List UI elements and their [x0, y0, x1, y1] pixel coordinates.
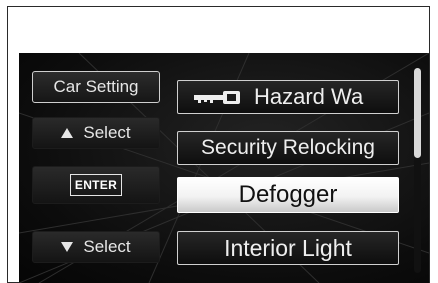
menu-item-label: Hazard Wa [254, 84, 364, 109]
scrollbar-thumb[interactable] [414, 68, 421, 158]
car-setting-label: Car Setting [53, 77, 139, 96]
select-up-button[interactable]: Select [32, 117, 160, 149]
menu-item-defogger[interactable]: Defogger [177, 177, 399, 213]
car-setting-screen: Car Setting Select ENTER Select Hazard W… [19, 53, 429, 283]
menu-item-label: Interior Light [224, 234, 352, 261]
scrollbar[interactable] [414, 68, 421, 273]
car-setting-button[interactable]: Car Setting [32, 71, 160, 103]
select-up-label: Select [83, 123, 131, 142]
select-down-button[interactable]: Select [32, 231, 160, 263]
down-arrow-icon [61, 242, 74, 252]
up-arrow-icon [61, 128, 74, 138]
enter-label: ENTER [69, 174, 123, 196]
enter-button[interactable]: ENTER [32, 166, 160, 204]
key-icon [194, 91, 240, 104]
menu-item-hazard[interactable]: Hazard Wa [177, 80, 399, 114]
menu-item-label: Security Relocking [201, 136, 375, 159]
menu-item-label: Defogger [238, 181, 338, 208]
menu-item-interior-light[interactable]: Interior Light [177, 231, 399, 265]
menu-item-security-relocking[interactable]: Security Relocking [177, 131, 399, 165]
select-down-label: Select [83, 237, 131, 256]
